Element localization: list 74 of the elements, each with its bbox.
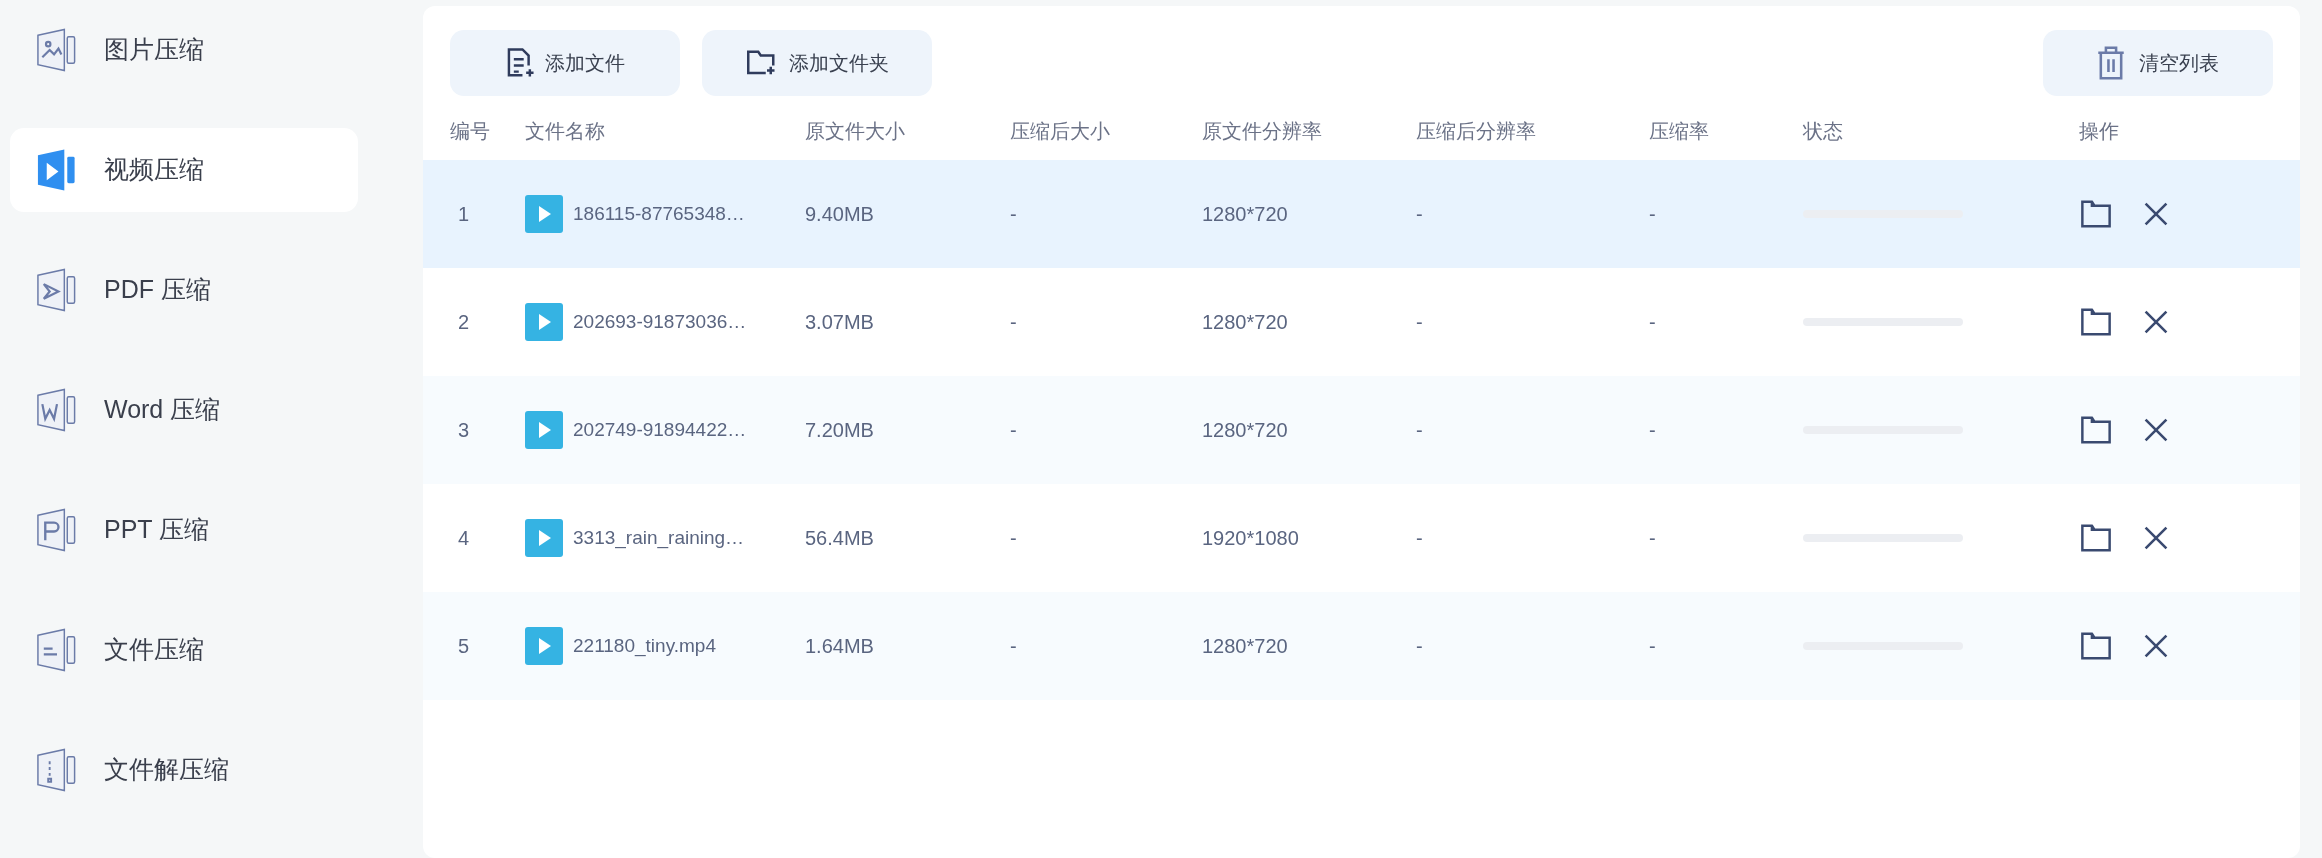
folder-icon[interactable]: [2079, 631, 2113, 661]
file-size: 3.07MB: [805, 311, 874, 333]
row-number: 2: [458, 311, 470, 333]
clear-list-button[interactable]: 清空列表: [2043, 30, 2273, 96]
compressed-resolution: -: [1416, 527, 1423, 549]
add-folder-button[interactable]: 添加文件夹: [702, 30, 932, 96]
sidebar-item[interactable]: 文件压缩: [10, 608, 358, 692]
file-name: 186115-87765348…: [573, 201, 745, 226]
sidebar-item[interactable]: 图片压缩: [10, 8, 358, 92]
play-icon: [525, 627, 563, 665]
column-header: 操作: [2079, 120, 2119, 142]
file-size: 56.4MB: [805, 527, 874, 549]
resolution: 1920*1080: [1202, 527, 1299, 549]
file-size: 1.64MB: [805, 635, 874, 657]
resolution: 1280*720: [1202, 203, 1288, 225]
row-number: 4: [458, 527, 470, 549]
folder-icon[interactable]: [2079, 523, 2113, 553]
compression-rate: -: [1649, 527, 1656, 549]
compression-rate: -: [1649, 419, 1656, 441]
add-file-button[interactable]: 添加文件: [450, 30, 680, 96]
column-header: 原文件大小: [805, 120, 905, 142]
compressed-resolution: -: [1416, 635, 1423, 657]
file-name: 221180_tiny.mp4: [573, 633, 716, 659]
file-size: 7.20MB: [805, 419, 874, 441]
sidebar-item[interactable]: 视频压缩: [10, 128, 358, 212]
compressed-resolution: -: [1416, 203, 1423, 225]
resolution: 1280*720: [1202, 635, 1288, 657]
column-header: 状态: [1803, 120, 1843, 142]
folder-icon[interactable]: [2079, 307, 2113, 337]
column-header: 编号: [450, 120, 490, 142]
resolution: 1280*720: [1202, 311, 1288, 333]
table-row[interactable]: 5 221180_tiny.mp4 1.64MB - 1280*720 - -: [423, 592, 2300, 700]
file-name: 202749-91894422…: [573, 417, 747, 442]
close-icon[interactable]: [2143, 417, 2169, 443]
trash-icon: [2097, 45, 2125, 81]
sidebar-item[interactable]: PDF 压缩: [10, 248, 358, 332]
sidebar-item[interactable]: 文件解压缩: [10, 728, 358, 812]
compressed-resolution: -: [1416, 311, 1423, 333]
folder-icon[interactable]: [2079, 415, 2113, 445]
table-row[interactable]: 3 202749-91894422… 7.20MB - 1280*720 - -: [423, 376, 2300, 484]
compressed-size: -: [1010, 203, 1017, 225]
compression-rate: -: [1649, 203, 1656, 225]
sidebar-item[interactable]: PPT 压缩: [10, 488, 358, 572]
file-name: 3313_rain_raining…: [573, 525, 745, 551]
file-name: 202693-91873036…: [573, 309, 747, 334]
column-header: 文件名称: [525, 120, 605, 142]
compressed-size: -: [1010, 635, 1017, 657]
folder-icon[interactable]: [2079, 199, 2113, 229]
close-icon[interactable]: [2143, 309, 2169, 335]
resolution: 1280*720: [1202, 419, 1288, 441]
file-size: 9.40MB: [805, 203, 874, 225]
column-header: 原文件分辨率: [1202, 120, 1322, 142]
play-icon: [525, 195, 563, 233]
close-icon[interactable]: [2143, 201, 2169, 227]
file-add-icon: [505, 47, 535, 79]
compression-rate: -: [1649, 311, 1656, 333]
close-icon[interactable]: [2143, 525, 2169, 551]
compression-rate: -: [1649, 635, 1656, 657]
column-header: 压缩后分辨率: [1416, 120, 1536, 142]
play-icon: [525, 411, 563, 449]
play-icon: [525, 519, 563, 557]
compressed-size: -: [1010, 419, 1017, 441]
row-number: 5: [458, 635, 470, 657]
play-icon: [525, 303, 563, 341]
table-row[interactable]: 1 186115-87765348… 9.40MB - 1280*720 - -: [423, 160, 2300, 268]
compressed-size: -: [1010, 311, 1017, 333]
sidebar-item[interactable]: Word 压缩: [10, 368, 358, 452]
column-header: 压缩率: [1649, 120, 1709, 142]
close-icon[interactable]: [2143, 633, 2169, 659]
compressed-resolution: -: [1416, 419, 1423, 441]
row-number: 1: [458, 203, 470, 225]
column-header: 压缩后大小: [1010, 120, 1110, 142]
compressed-size: -: [1010, 527, 1017, 549]
row-number: 3: [458, 419, 470, 441]
